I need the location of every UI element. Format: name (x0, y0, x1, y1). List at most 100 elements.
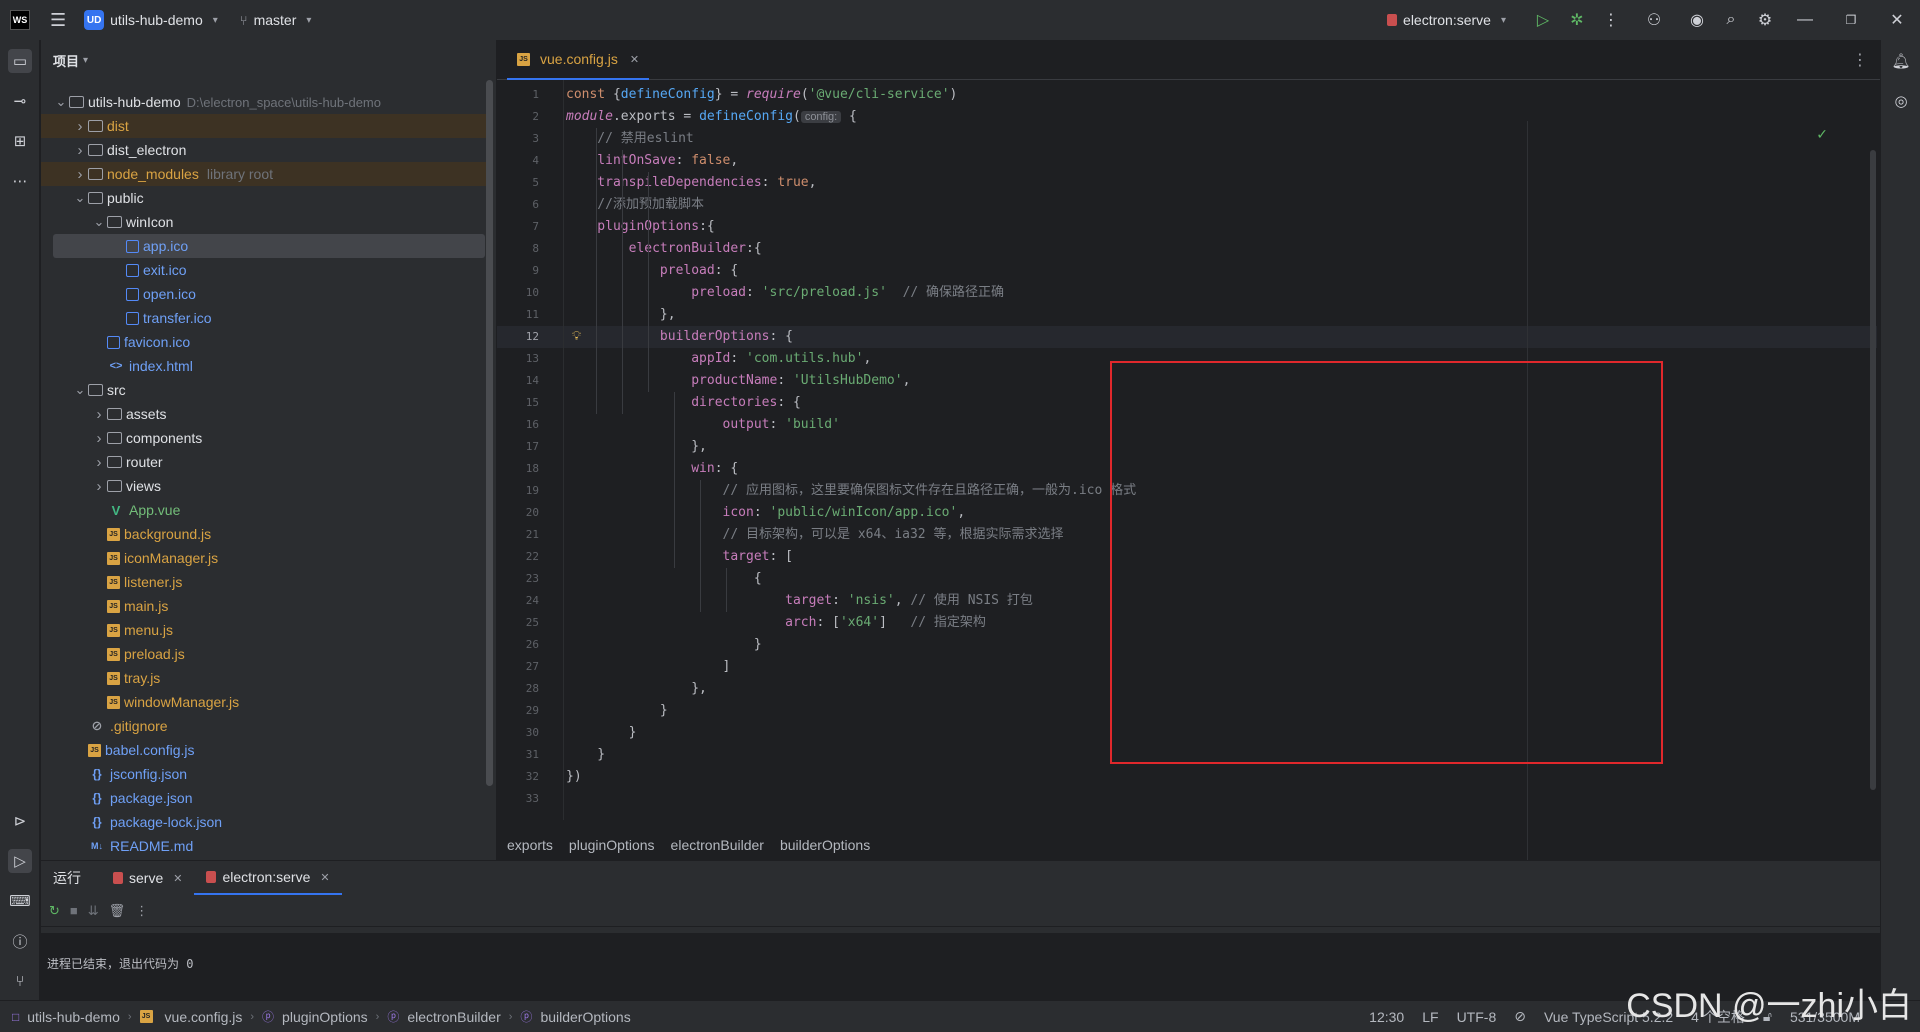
commit-icon[interactable]: ⊸ (8, 89, 32, 113)
stop-icon[interactable]: ■ (70, 903, 78, 918)
status-path-item[interactable]: vue.config.js (165, 1009, 243, 1025)
run-tab[interactable]: electron:serve ✕ (194, 861, 342, 895)
tree-item[interactable]: › router (41, 450, 488, 474)
tree-item[interactable]: transfer.ico (41, 306, 488, 330)
app-logo[interactable]: WS (10, 10, 30, 30)
tree-item[interactable]: favicon.ico (41, 330, 488, 354)
tree-item[interactable]: <> index.html (41, 354, 488, 378)
settings-gear-icon[interactable]: ⚙ (1748, 10, 1782, 30)
status-path-item[interactable]: electronBuilder (407, 1009, 500, 1025)
tree-item[interactable]: ⌄ winIcon (41, 210, 488, 234)
tree-item[interactable]: ⌄ utils-hub-demo D:\electron_space\utils-h… (41, 90, 488, 114)
folder-icon[interactable]: ▭ (8, 49, 32, 73)
tree-item[interactable]: › views (41, 474, 488, 498)
scroll-end-icon[interactable]: ⇊ (88, 903, 99, 919)
tree-item[interactable]: {} package.json (41, 786, 488, 810)
breadcrumb-item[interactable]: electronBuilder (671, 837, 764, 853)
run-config-selector[interactable]: electron:serve ▾ (1387, 12, 1506, 28)
chevron-down-icon[interactable]: ⌄ (53, 94, 69, 110)
tree-item[interactable]: JS babel.config.js (41, 738, 488, 762)
project-panel-header[interactable]: 项目 ▾ (41, 40, 496, 80)
tree-item[interactable]: JS tray.js (41, 666, 488, 690)
tree-item[interactable]: app.ico (53, 234, 485, 258)
tree-item[interactable]: {} jsconfig.json (41, 762, 488, 786)
chevron-right-icon[interactable]: › (72, 118, 88, 135)
ai-chat-icon[interactable]: ◎ (1889, 89, 1913, 113)
status-path-item[interactable]: utils-hub-demo (27, 1009, 120, 1025)
tab-more-icon[interactable]: ⋮ (1852, 50, 1868, 70)
close-tab-icon[interactable]: ✕ (173, 872, 182, 885)
line-ending[interactable]: LF (1422, 1009, 1438, 1025)
branch-switcher[interactable]: ⑂ master ▾ (240, 12, 312, 28)
tree-item[interactable]: JS iconManager.js (41, 546, 488, 570)
tree-item[interactable]: M↓ README.md (41, 834, 488, 858)
more-icon[interactable]: ⋮ (1594, 10, 1628, 30)
tree-item[interactable]: JS background.js (41, 522, 488, 546)
status-path-item[interactable]: builderOptions (540, 1009, 630, 1025)
search-icon[interactable]: ⌕ (1714, 11, 1748, 29)
structure-icon[interactable]: ⊞ (8, 129, 32, 153)
tree-item[interactable]: › assets (41, 402, 488, 426)
tree-item[interactable]: JS preload.js (41, 642, 488, 666)
tree-item[interactable]: › node_modules library root (41, 162, 488, 186)
project-switcher[interactable]: UD utils-hub-demo ▾ (84, 10, 218, 30)
close-icon[interactable]: ✕ (1874, 10, 1920, 30)
tree-item[interactable]: {} package-lock.json (41, 810, 488, 834)
editor-scrollbar[interactable] (1870, 150, 1876, 790)
minimize-icon[interactable]: — (1782, 11, 1828, 29)
tree-item[interactable]: › components (41, 426, 488, 450)
close-tab-icon[interactable]: ✕ (320, 871, 329, 884)
console-output[interactable]: 进程已结束，退出代码为 0 (41, 933, 1880, 1001)
chevron-right-icon[interactable]: › (91, 478, 107, 495)
chevron-right-icon[interactable]: › (91, 454, 107, 471)
breadcrumb-item[interactable]: exports (507, 837, 553, 853)
tree-item[interactable]: ⌄ src (41, 378, 488, 402)
more-tools-icon[interactable]: ⋯ (8, 169, 32, 193)
run-more-icon[interactable]: ⋮ (135, 903, 148, 919)
project-scrollbar[interactable] (486, 80, 493, 786)
main-menu-icon[interactable]: ☰ (50, 10, 66, 31)
tree-item[interactable]: open.ico (41, 282, 488, 306)
debug-icon[interactable]: ✲ (1560, 10, 1594, 30)
breadcrumb-item[interactable]: pluginOptions (569, 837, 655, 853)
git-icon[interactable]: ⑂ (8, 969, 32, 993)
chevron-down-icon[interactable]: ⌄ (72, 382, 88, 398)
breadcrumb-item[interactable]: builderOptions (780, 837, 870, 853)
clear-icon[interactable]: 🗑︎ (109, 903, 126, 919)
file-encoding[interactable]: UTF-8 (1457, 1009, 1497, 1025)
inspection-icon[interactable]: ⊘ (1514, 1008, 1526, 1025)
rerun-icon[interactable]: ↻ (49, 903, 60, 919)
run-tab[interactable]: serve ✕ (101, 861, 194, 895)
status-path-item[interactable]: pluginOptions (282, 1009, 368, 1025)
tree-item[interactable]: › dist_electron (41, 138, 488, 162)
services-icon[interactable]: ⊳ (8, 809, 32, 833)
tree-item[interactable]: JS listener.js (41, 570, 488, 594)
chevron-down-icon[interactable]: ⌄ (91, 214, 107, 230)
tab-vue-config[interactable]: JS vue.config.js ✕ (507, 40, 650, 80)
tree-item[interactable]: ⌄ public (41, 186, 488, 210)
ai-assistant-icon[interactable]: ◉ (1680, 10, 1714, 30)
chevron-right-icon[interactable]: › (91, 430, 107, 447)
close-tab-icon[interactable]: ✕ (630, 53, 639, 66)
tree-item[interactable]: JS menu.js (41, 618, 488, 642)
tree-item[interactable]: JS windowManager.js (41, 690, 488, 714)
tree-item[interactable]: exit.ico (41, 258, 488, 282)
run-panel-icon[interactable]: ▷ (8, 849, 32, 873)
checkmark-icon[interactable]: ✓ (1816, 126, 1828, 143)
tree-item[interactable]: ⊘ .gitignore (41, 714, 488, 738)
tree-item[interactable]: › dist (41, 114, 488, 138)
chevron-right-icon[interactable]: › (91, 406, 107, 423)
problems-icon[interactable]: ⓘ (8, 929, 32, 953)
maximize-icon[interactable]: ❐ (1828, 13, 1874, 27)
tree-item[interactable]: V App.vue (41, 498, 488, 522)
run-icon[interactable]: ▷ (1526, 10, 1560, 30)
lightbulb-icon[interactable]: 💡︎ (572, 328, 584, 344)
caret-position[interactable]: 12:30 (1369, 1009, 1404, 1025)
chevron-right-icon[interactable]: › (72, 142, 88, 159)
notifications-icon[interactable]: 🔔︎ (1889, 49, 1913, 73)
terminal-icon[interactable]: ⌨ (8, 889, 32, 913)
chevron-down-icon[interactable]: ⌄ (72, 190, 88, 206)
add-user-icon[interactable]: ⚇ (1628, 10, 1680, 30)
chevron-right-icon[interactable]: › (72, 166, 88, 183)
tree-item[interactable]: JS main.js (41, 594, 488, 618)
